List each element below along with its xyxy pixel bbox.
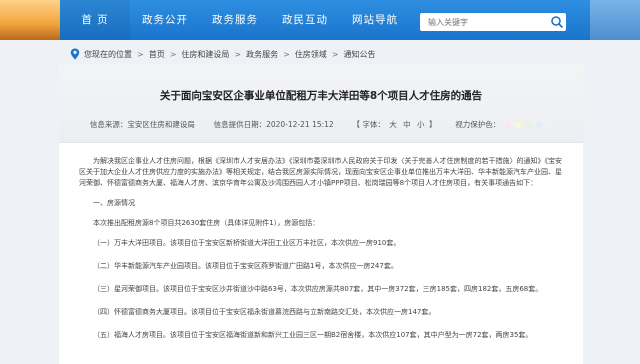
protect-color-swatch[interactable] [525,122,532,128]
breadcrumb-housing-bureau[interactable]: 住房和建设局 [181,49,229,60]
breadcrumb-home[interactable]: 首页 [149,49,165,60]
search-input[interactable] [420,13,548,31]
article-header: 关于面向宝安区企事业单位配租万丰大洋田等8个项目人才住房的通告 信息来源：宝安区… [59,64,583,143]
font-size-bracket: 】 [428,120,437,129]
list-item: （五）福海人才房项目。该项目位于宝安区福海街道新和新兴工业园三区一期B2宿舍楼，… [93,331,533,339]
search-icon[interactable] [550,15,564,29]
nav-item-gov-open[interactable]: 政务公开 [130,0,200,40]
breadcrumb-separator: > [169,49,177,59]
breadcrumb-gov-service[interactable]: 政务服务 [246,49,278,60]
protect-color-swatch[interactable] [504,122,511,128]
nav-item-site-nav[interactable]: 网站导航 [340,0,410,40]
search-box [420,13,566,31]
eye-protect-label: 视力保护色： [455,120,501,129]
nav-item-gov-service[interactable]: 政务服务 [200,0,270,40]
protect-color-swatch[interactable] [515,122,521,128]
article-meta: 信息来源：宝安区住房和建设局 信息提供日期：2020-12-21 15:12 【… [59,119,583,130]
location-pin-icon [70,48,80,60]
section-heading: 一、房源情况 [93,199,135,207]
breadcrumb-notices[interactable]: 通知公告 [344,49,376,60]
list-item: （四）怀德富德商务大厦项目。该项目位于宝安区福永街道慕浣西路与立新南路交汇处，本… [93,308,436,316]
list-item: （一）万丰大洋田项目。该项目位于宝安区新桥街道大洋田工业区万丰社区，本次供应一房… [93,239,401,247]
breadcrumb-separator: > [283,49,290,59]
list-item: （二）华丰新能源汽车产业园项目。该项目位于宝安区燕罗街道广田路1号，本次供应一房… [93,262,398,270]
main-nav: 首 页 政务公开 政务服务 政民互动 网站导航 [60,0,410,40]
font-size-medium-button[interactable]: 中 [403,119,411,130]
nav-item-interaction[interactable]: 政民互动 [270,0,340,40]
paragraph: 本次推出配租房源8个项目共2630套住房（具体详见附件1），房源包括： [93,219,320,227]
protect-color-swatch[interactable] [546,122,553,128]
font-size-label: 【 字体： [352,120,385,129]
article-title: 关于面向宝安区企事业单位配租万丰大洋田等8个项目人才住房的通告 [159,90,483,102]
article-card: 关于面向宝安区企事业单位配租万丰大洋田等8个项目人才住房的通告 信息来源：宝安区… [59,64,583,364]
top-banner: 首 页 政务公开 政务服务 政民互动 网站导航 [0,0,640,40]
breadcrumb: 您现在的位置 > 首页 > 住房和建设局 > 政务服务 > 住房领域 > 通知公… [70,46,376,62]
banner-right-image [590,0,640,40]
breadcrumb-separator: > [331,49,339,59]
breadcrumb-prefix: 您现在的位置 [84,49,132,59]
breadcrumb-separator: > [137,49,144,59]
banner-left-image [0,0,60,40]
breadcrumb-separator: > [234,49,242,59]
font-size-small-button[interactable]: 小 [417,119,425,130]
breadcrumb-housing-field[interactable]: 住房领域 [295,49,327,60]
nav-item-home[interactable]: 首 页 [60,0,130,40]
article-date: 信息提供日期：2020-12-21 15:12 [213,120,334,129]
article-body: 为解决我区企事业人才住房问题，根据《深圳市人才安居办法》《深圳市委深圳市人民政府… [79,156,567,353]
article-source: 信息来源：宝安区住房和建设局 [89,120,195,129]
font-size-large-button[interactable]: 大 [389,119,397,130]
paragraph-intro: 为解决我区企事业人才住房问题，根据《深圳市人才安居办法》《深圳市委深圳市人民政府… [79,157,562,187]
protect-color-swatch[interactable] [535,122,542,128]
list-item: （三）星河荣御项目。该项目位于宝安区沙井街道沙中路63号，本次供应房源共807套… [93,285,543,293]
